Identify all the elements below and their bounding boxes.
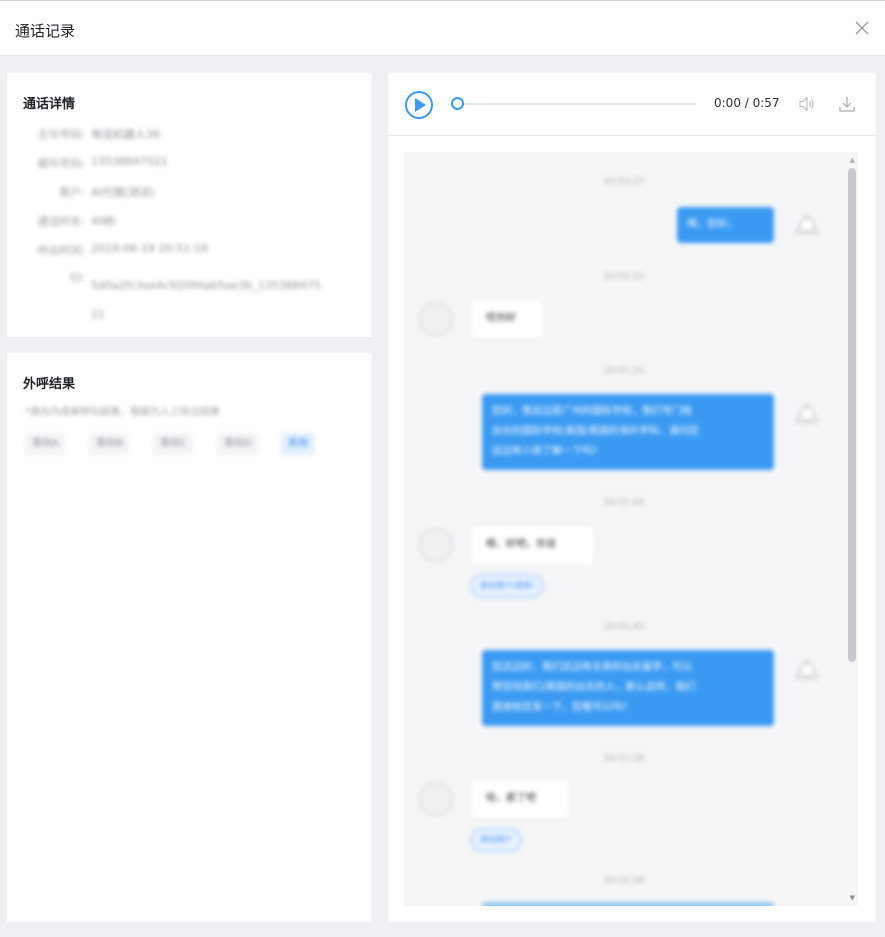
- message-line: 这边有小孩了解一下吗?: [492, 446, 598, 457]
- call-detail-title: 通话详情: [23, 97, 76, 112]
- message-timestamp: 20:51:58: [603, 876, 645, 886]
- recording-panel: 0:00 / 0:57 20:51:27 喂，您好。 20:51:31 哎你好: [388, 73, 876, 922]
- detail-row-id: ID: 5d0a2fc3ee4c92094ab5ae3b_13538847521: [7, 271, 367, 321]
- volume-icon[interactable]: [798, 95, 816, 113]
- bot-message: 喂，您好。: [677, 207, 774, 243]
- detail-row-time: 呼出时间: 2019-06-19 20:51:18: [7, 242, 367, 262]
- download-icon[interactable]: [838, 95, 856, 113]
- message-timestamp: 20:51:44: [603, 498, 645, 508]
- message-line: 直接给您发一下，您看可以吗?: [492, 702, 628, 713]
- detail-value: 5d0a2fc3ee4c92094ab5ae3b_13538847521: [91, 279, 321, 321]
- detail-label: 客户:: [59, 186, 85, 199]
- detail-label: 通话时长:: [37, 215, 85, 228]
- detail-label: ID:: [69, 271, 85, 284]
- intent-tag-d[interactable]: 意向D: [217, 433, 259, 455]
- bot-message: 您这边好，我们这边有全英的出去留学，可以 帮您找我们/英国的出去的人，那么这样，…: [482, 650, 774, 726]
- call-result-title: 外呼结果: [23, 377, 76, 392]
- user-avatar: [419, 782, 453, 816]
- intent-tag-a[interactable]: 意向A: [25, 433, 66, 455]
- intent-tag-b[interactable]: 意向B: [89, 433, 130, 455]
- message-timestamp: 20:51:27: [603, 177, 645, 187]
- message-timestamp: 20:51:31: [603, 366, 645, 376]
- detail-value: 电话机器人36: [91, 128, 160, 141]
- detail-row-caller: 主叫号码: 电话机器人36: [7, 126, 367, 146]
- user-avatar: [419, 302, 453, 336]
- audio-time: 0:00 / 0:57: [714, 96, 780, 110]
- robot-avatar-icon: [794, 402, 820, 423]
- transcript-scrollbar[interactable]: [848, 168, 856, 662]
- detail-label: 被叫号码:: [37, 157, 85, 170]
- detail-label: 主叫号码:: [37, 128, 85, 141]
- audio-progress-track[interactable]: [451, 97, 696, 110]
- bot-message: 您好，我这边是广州的国际学校，我们专门给 出去的国际学校/美国/英国的海外学科，…: [482, 394, 774, 470]
- detail-row-callee: 被叫号码: 13538847521: [7, 155, 367, 175]
- intent-tag-c[interactable]: 意向C: [153, 433, 194, 455]
- intent-tag: 意向用户: [470, 828, 522, 852]
- message-line: 出去的国际学校/美国/英国的海外学科，请问您: [492, 426, 699, 437]
- call-result-description: *意向为成单转化结果，根据为人工标注结果: [25, 407, 220, 418]
- scroll-down-icon[interactable]: ▼: [850, 894, 855, 902]
- detail-label: 呼出时间:: [37, 244, 85, 257]
- call-detail-panel: 通话详情 主叫号码: 电话机器人36 被叫号码: 13538847521 客户:…: [7, 73, 372, 337]
- detail-value: 2019-06-19 20:51:18: [91, 242, 208, 255]
- message-timestamp: 20:51:31: [603, 272, 645, 282]
- user-message: 哈，那了吧: [472, 780, 568, 818]
- scroll-up-icon[interactable]: ▲: [850, 156, 855, 164]
- modal-title: 通话记录: [15, 22, 76, 40]
- close-icon[interactable]: [853, 19, 871, 37]
- bot-message-partial: [482, 902, 774, 906]
- audio-progress-handle[interactable]: [451, 97, 464, 110]
- transcript[interactable]: 20:51:27 喂，您好。 20:51:31 哎你好 20:51:31 您好，…: [404, 152, 858, 906]
- detail-value: AI代理(测试): [91, 186, 155, 199]
- message-timestamp: 20:51:58: [603, 754, 645, 764]
- user-message: 哎你好: [472, 300, 542, 338]
- message-timestamp: 20:51:45: [603, 622, 645, 632]
- intent-tag: 意向用户(成单): [470, 574, 545, 598]
- message-line: 您好，我这边是广州的国际学校，我们专门给: [492, 406, 692, 417]
- detail-value: 49秒: [91, 215, 116, 228]
- play-icon[interactable]: [404, 90, 434, 120]
- detail-row-duration: 通话时长: 49秒: [7, 213, 367, 233]
- user-avatar: [419, 528, 453, 562]
- user-message: 嗯，好吧，你说: [472, 526, 594, 564]
- message-line: 帮您找我们/英国的出去的人，那么这样，我们: [492, 682, 696, 693]
- detail-value: 13538847521: [91, 155, 168, 168]
- audio-player: 0:00 / 0:57: [388, 73, 876, 136]
- intent-tag-other[interactable]: 其他: [281, 433, 315, 455]
- robot-avatar-icon: [794, 213, 820, 234]
- robot-avatar-icon: [794, 658, 820, 679]
- call-result-panel: 外呼结果 *意向为成单转化结果，根据为人工标注结果 意向A 意向B 意向C 意向…: [7, 353, 372, 922]
- modal-header: 通话记录: [0, 0, 885, 56]
- message-line: 您这边好，我们这边有全英的出去留学，可以: [492, 662, 692, 673]
- detail-row-customer: 客户: AI代理(测试): [7, 184, 367, 204]
